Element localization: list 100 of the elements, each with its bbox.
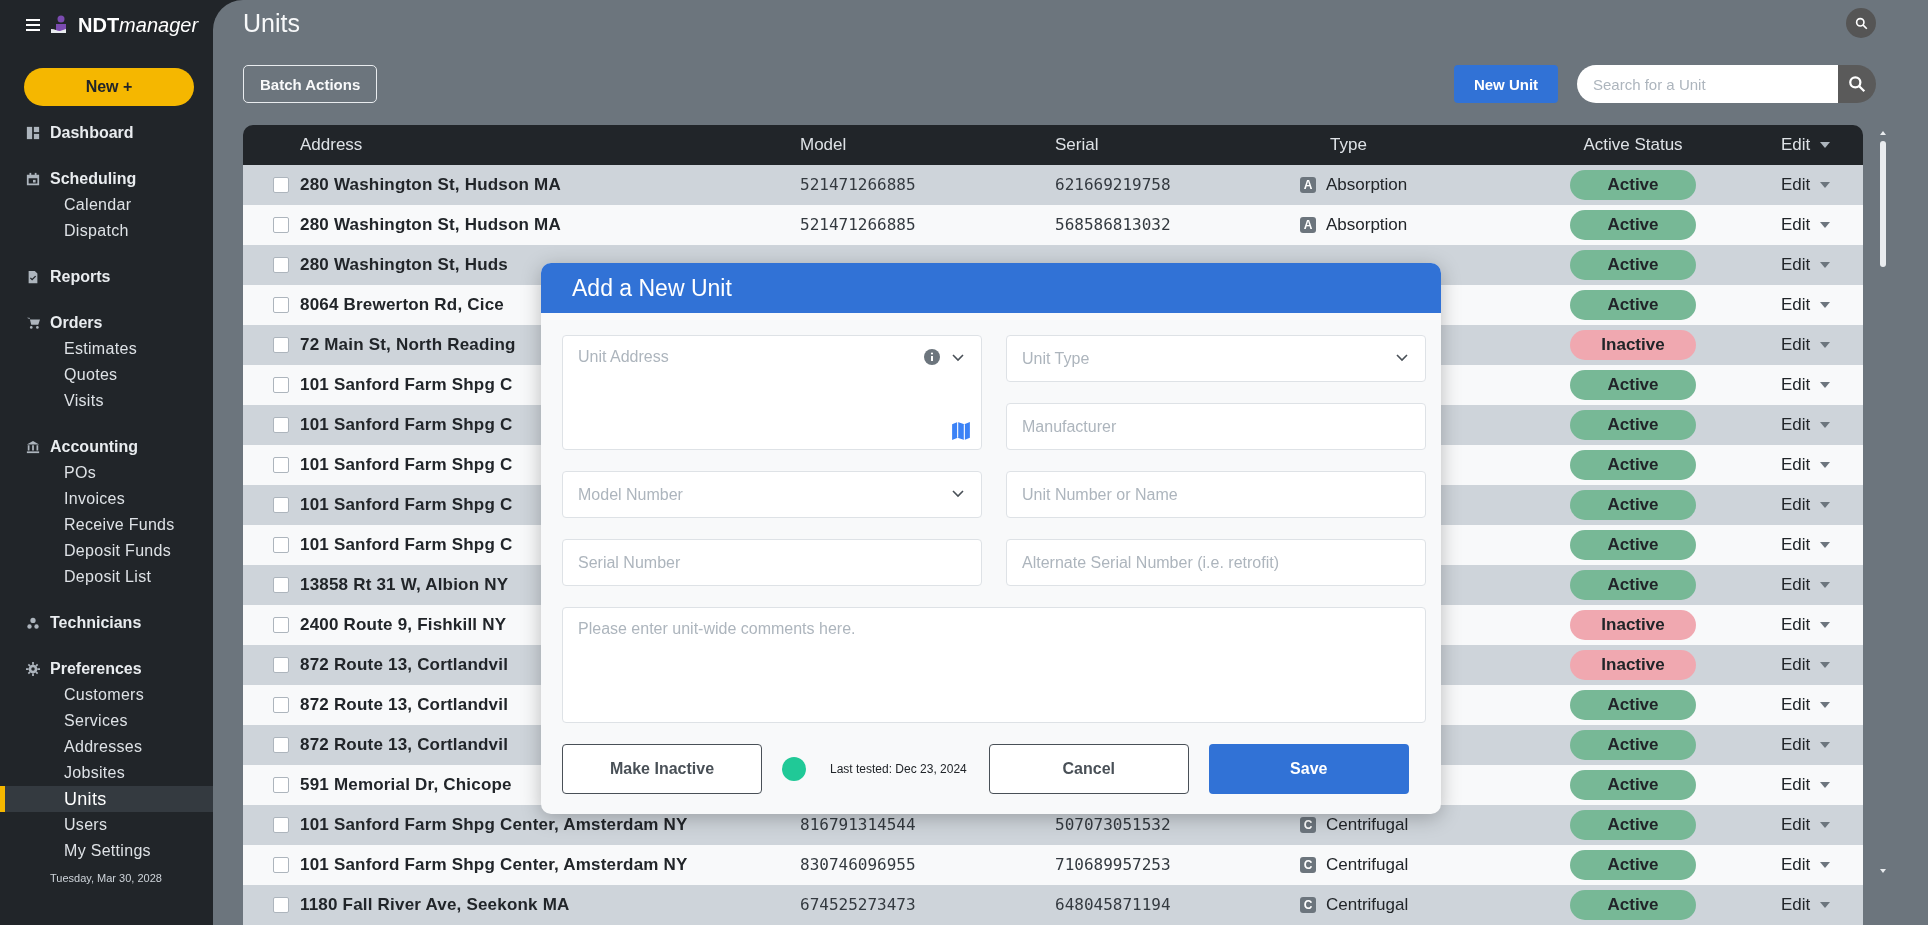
edit-menu[interactable]: Edit [1781, 735, 1831, 755]
search-field[interactable]: Search for a Unit [1577, 65, 1838, 103]
batch-actions-button[interactable]: Batch Actions [243, 65, 378, 103]
row-checkbox[interactable] [272, 777, 289, 793]
row-checkbox[interactable] [272, 577, 289, 593]
edit-menu[interactable]: Edit [1781, 215, 1831, 235]
nav-item[interactable]: Deposit List [0, 564, 213, 590]
input-field[interactable]: Serial Number [562, 539, 982, 586]
caret-icon [1820, 222, 1831, 228]
edit-menu[interactable]: Edit [1781, 455, 1831, 475]
edit-menu[interactable]: Edit [1781, 815, 1831, 835]
type-badge: A [1300, 177, 1316, 193]
menu-icon[interactable] [26, 19, 40, 31]
status-pill: Active [1570, 250, 1696, 280]
input-field[interactable]: Unit Type [1006, 335, 1426, 382]
edit-menu[interactable]: Edit [1781, 135, 1831, 155]
edit-menu[interactable]: Edit [1781, 295, 1831, 315]
row-checkbox[interactable] [272, 337, 289, 353]
cancel-button[interactable]: Cancel [988, 744, 1189, 794]
nav-item[interactable]: POs [0, 460, 213, 486]
edit-menu[interactable]: Edit [1781, 415, 1831, 435]
caret-icon [1820, 382, 1831, 388]
row-checkbox[interactable] [272, 257, 289, 273]
nav-item[interactable]: Invoices [0, 486, 213, 512]
edit-menu[interactable]: Edit [1781, 695, 1831, 715]
row-checkbox[interactable] [272, 497, 289, 513]
status-pill: Active [1570, 490, 1696, 520]
save-button[interactable]: Save [1208, 744, 1409, 794]
edit-menu[interactable]: Edit [1781, 855, 1831, 875]
input-field[interactable]: Please enter unit-wide comments here. [562, 607, 1426, 723]
edit-menu[interactable]: Edit [1781, 775, 1831, 795]
nav-heading-label: Technicians [50, 614, 142, 632]
edit-menu[interactable]: Edit [1781, 175, 1831, 195]
dialog-title: Add a New Unit [572, 274, 732, 302]
nav-item[interactable]: Visits [0, 388, 213, 414]
nav-item[interactable]: Deposit Funds [0, 538, 213, 564]
nav-item[interactable]: Addresses [0, 734, 213, 760]
nav-item[interactable]: Users [0, 812, 213, 838]
caret-icon [1820, 142, 1831, 148]
nav-heading[interactable]: Reports [0, 264, 213, 290]
row-checkbox[interactable] [272, 857, 289, 873]
address-cell: 101 Sanford Farm Shpg C [300, 535, 513, 554]
edit-menu[interactable]: Edit [1781, 495, 1831, 515]
row-checkbox[interactable] [272, 817, 289, 833]
row-checkbox[interactable] [272, 377, 289, 393]
nav-item[interactable]: Units [0, 786, 213, 812]
caret-icon [1820, 462, 1831, 468]
caret-icon [1820, 902, 1831, 908]
row-checkbox[interactable] [272, 297, 289, 313]
row-checkbox[interactable] [272, 897, 289, 913]
nav-icon [26, 270, 40, 284]
chevron-down-icon [1396, 354, 1408, 362]
column-header: Address [300, 135, 363, 154]
input-field[interactable]: Unit Address [562, 335, 982, 450]
row-checkbox[interactable] [272, 737, 289, 753]
nav-heading[interactable]: Preferences [0, 656, 213, 682]
nav-heading[interactable]: Orders [0, 310, 213, 336]
edit-menu[interactable]: Edit [1781, 575, 1831, 595]
nav-item[interactable]: Jobsites [0, 760, 213, 786]
nav-item[interactable]: Receive Funds [0, 512, 213, 538]
new-unit-button[interactable]: New Unit [1454, 65, 1558, 103]
nav-item[interactable]: Services [0, 708, 213, 734]
last-tested-label: Last tested: Dec 23, 2024 [830, 762, 967, 776]
search-button[interactable] [1838, 65, 1876, 103]
edit-menu[interactable]: Edit [1781, 255, 1831, 275]
nav-item[interactable]: Quotes [0, 362, 213, 388]
row-checkbox[interactable] [272, 657, 289, 673]
nav-heading-label: Accounting [50, 438, 138, 456]
row-checkbox[interactable] [272, 697, 289, 713]
nav-heading[interactable]: Scheduling [0, 166, 213, 192]
row-checkbox[interactable] [272, 457, 289, 473]
nav-item[interactable]: Calendar [0, 192, 213, 218]
edit-menu[interactable]: Edit [1781, 335, 1831, 355]
nav-heading[interactable]: Dashboard [0, 120, 213, 146]
search-button[interactable] [1846, 8, 1876, 38]
nav-heading[interactable]: Accounting [0, 434, 213, 460]
caret-icon [1820, 662, 1831, 668]
row-checkbox[interactable] [272, 417, 289, 433]
row-checkbox[interactable] [272, 177, 289, 193]
nav-item[interactable]: Estimates [0, 336, 213, 362]
input-field[interactable]: Model Number [562, 471, 982, 518]
address-cell: 280 Washington St, Hudson MA [300, 215, 561, 234]
row-checkbox[interactable] [272, 617, 289, 633]
edit-menu[interactable]: Edit [1781, 535, 1831, 555]
edit-menu[interactable]: Edit [1781, 375, 1831, 395]
edit-menu[interactable]: Edit [1781, 895, 1831, 915]
input-field[interactable]: Unit Number or Name [1006, 471, 1426, 518]
type-cell: Absorption [1326, 215, 1408, 235]
row-checkbox[interactable] [272, 217, 289, 233]
nav-item[interactable]: Customers [0, 682, 213, 708]
edit-menu[interactable]: Edit [1781, 655, 1831, 675]
nav-item[interactable]: My Settings [0, 838, 213, 864]
input-field[interactable]: Manufacturer [1006, 403, 1426, 450]
input-field[interactable]: Alternate Serial Number (i.e. retrofit) [1006, 539, 1426, 586]
caret-icon [1820, 822, 1831, 828]
edit-menu[interactable]: Edit [1781, 615, 1831, 635]
nav-heading[interactable]: Technicians [0, 610, 213, 636]
nav-item[interactable]: Dispatch [0, 218, 213, 244]
new-button[interactable]: New + [24, 68, 194, 106]
row-checkbox[interactable] [272, 537, 289, 553]
